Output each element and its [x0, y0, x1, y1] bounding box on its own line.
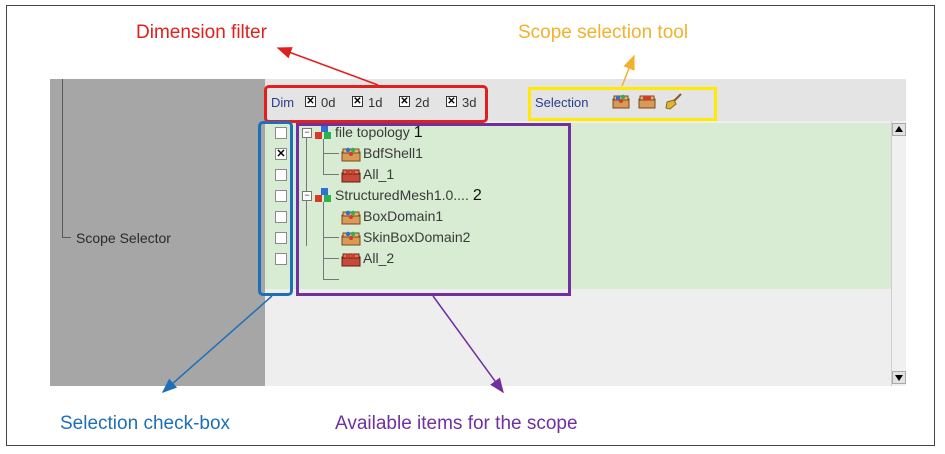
dimension-filter-arrow: [276, 47, 379, 86]
available-items-arrow: [432, 295, 504, 394]
selection-checkbox-arrow: [161, 295, 273, 393]
annotation-arrows: [161, 47, 635, 394]
scope-tool-arrow: [621, 54, 635, 87]
